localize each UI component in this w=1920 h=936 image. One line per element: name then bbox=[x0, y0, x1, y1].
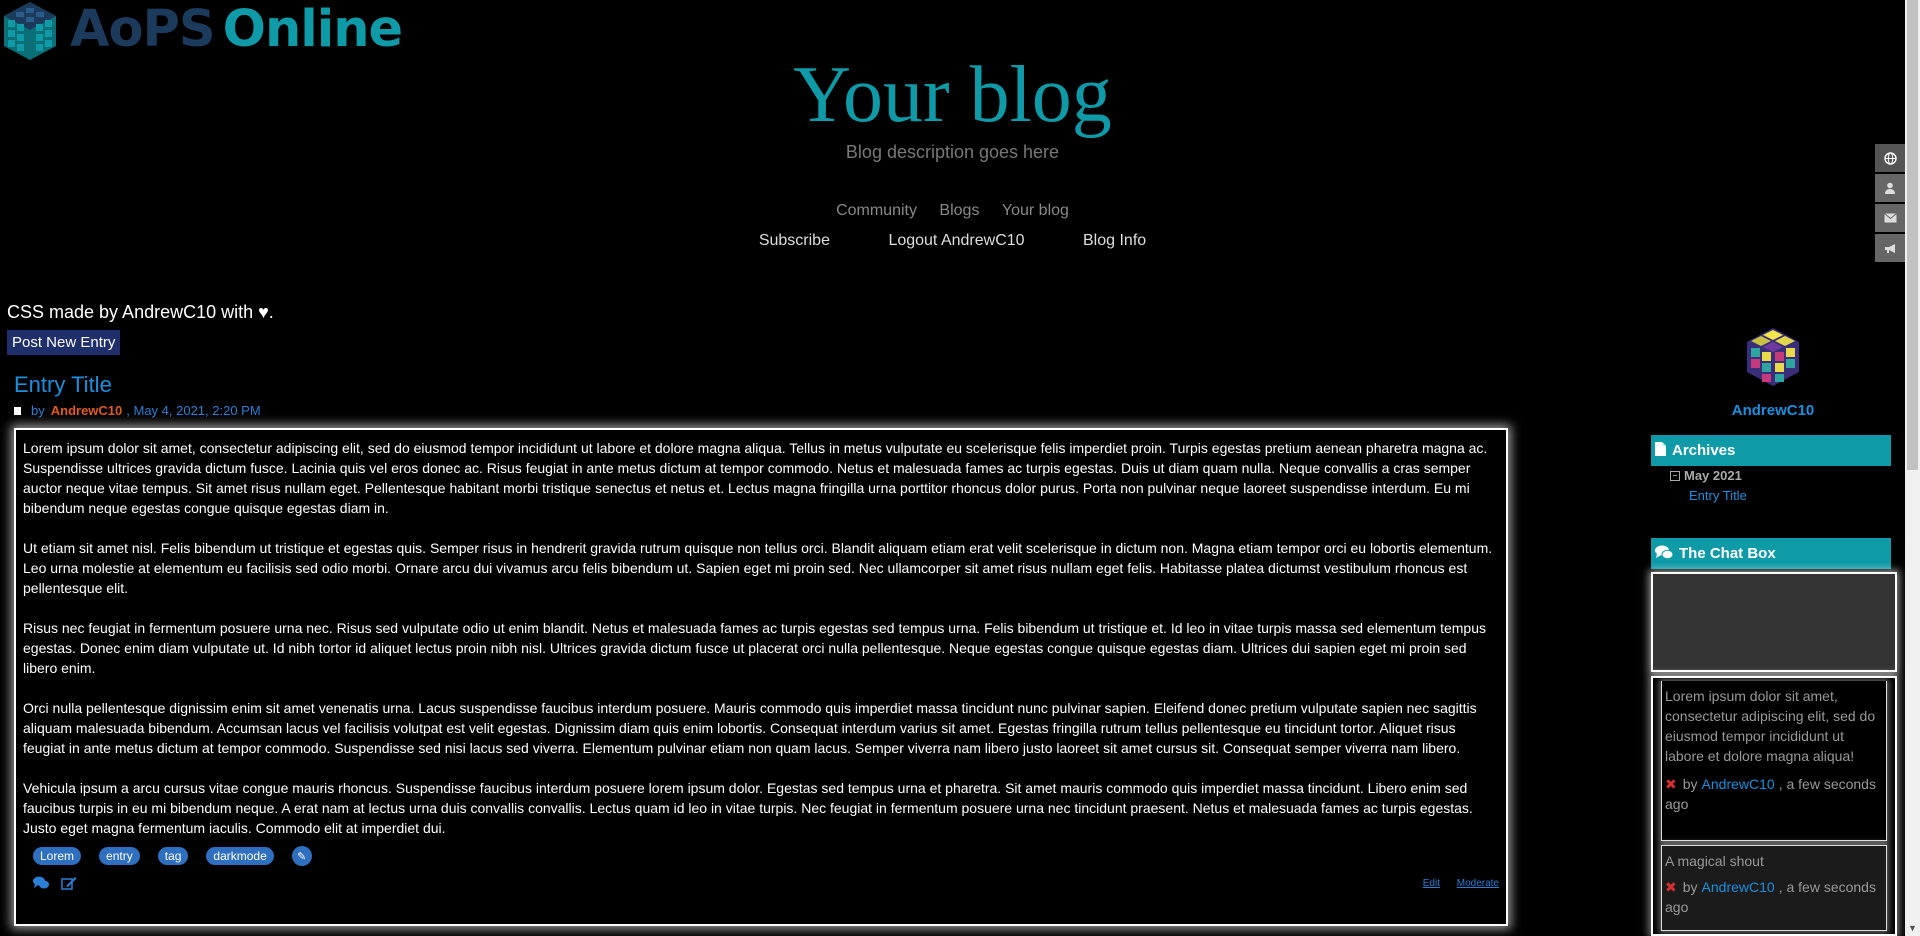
tag-lorem[interactable]: Lorem bbox=[33, 847, 82, 865]
blog-title: Your blog bbox=[793, 51, 1112, 139]
reply-edit-icon[interactable] bbox=[61, 876, 77, 895]
tag-darkmode[interactable]: darkmode bbox=[206, 847, 274, 865]
entry-paragraph: Ut etiam sit amet nisl. Felis bibendum u… bbox=[23, 540, 1493, 596]
scrollbar-thumb[interactable] bbox=[1907, 0, 1918, 470]
css-credit: CSS made by AndrewC10 with ♥. bbox=[7, 302, 274, 322]
nav-community-link[interactable]: Community bbox=[836, 202, 917, 219]
shout-by-label: by bbox=[1682, 879, 1698, 895]
comments-icon[interactable] bbox=[33, 876, 49, 895]
chat-shout-list: Lorem ipsum dolor sit amet, consectetur … bbox=[1651, 676, 1897, 936]
shout-by-label: by bbox=[1682, 776, 1698, 792]
globe-icon[interactable] bbox=[1875, 144, 1905, 172]
nav-your-blog-link[interactable]: Your blog bbox=[1002, 202, 1069, 219]
blog-nav: Subscribe Logout AndrewC10 Blog Info bbox=[0, 232, 1905, 250]
avatar[interactable] bbox=[1747, 328, 1799, 386]
entry-date: , May 4, 2021, 2:20 PM bbox=[126, 403, 261, 418]
bullhorn-icon[interactable] bbox=[1875, 234, 1905, 262]
chat-input[interactable] bbox=[1651, 572, 1897, 672]
archive-month-label: May 2021 bbox=[1684, 468, 1742, 483]
archives-title: Archives bbox=[1672, 442, 1736, 459]
blog-info-link[interactable]: Blog Info bbox=[1083, 232, 1146, 249]
page: AoPS Online Your blog Blog description go… bbox=[0, 0, 1920, 936]
entry-by-label: by bbox=[31, 403, 45, 418]
post-new-entry-button[interactable]: Post New Entry bbox=[7, 330, 121, 355]
comments-icon bbox=[1655, 545, 1674, 563]
subscribe-link[interactable]: Subscribe bbox=[759, 232, 830, 249]
chat-shout: Lorem ipsum dolor sit amet, consectetur … bbox=[1661, 681, 1887, 841]
moderate-entry-link[interactable]: Moderate bbox=[1457, 878, 1499, 889]
blog-description: Blog description goes here bbox=[845, 142, 1060, 162]
archive-month[interactable]: − May 2021 bbox=[1670, 468, 1742, 483]
delete-x-icon[interactable]: ✖ bbox=[1665, 776, 1677, 792]
nav-blogs-link[interactable]: Blogs bbox=[939, 202, 979, 219]
shout-meta: ✖ by AndrewC10, a few seconds ago bbox=[1665, 774, 1883, 814]
shout-text: A magical shout bbox=[1665, 853, 1764, 869]
chat-box-title: The Chat Box bbox=[1679, 545, 1776, 562]
tag-entry[interactable]: entry bbox=[99, 847, 140, 865]
shout-text: Lorem ipsum dolor sit amet, consectetur … bbox=[1665, 688, 1876, 764]
shout-author-link[interactable]: AndrewC10 bbox=[1702, 776, 1775, 792]
logout-link[interactable]: Logout AndrewC10 bbox=[888, 232, 1024, 249]
tag-list: Lorem entry tag darkmode ✎ bbox=[33, 846, 1499, 866]
delete-x-icon[interactable]: ✖ bbox=[1665, 879, 1677, 895]
entry-paragraph: Orci nulla pellentesque dignissim enim s… bbox=[23, 700, 1477, 756]
entry-author-link[interactable]: AndrewC10 bbox=[51, 403, 123, 418]
chat-box-header: The Chat Box bbox=[1651, 538, 1891, 569]
entry-paragraph: Lorem ipsum dolor sit amet, consectetur … bbox=[23, 440, 1488, 516]
collapse-minus-icon[interactable]: − bbox=[1670, 470, 1680, 481]
entry-paragraph: Vehicula ipsum a arcu cursus vitae congu… bbox=[23, 780, 1473, 836]
entry-title[interactable]: Entry Title bbox=[14, 372, 112, 398]
tag-tag[interactable]: tag bbox=[157, 847, 189, 865]
edit-tags-pencil-icon[interactable]: ✎ bbox=[291, 846, 312, 866]
entry-paragraph: Risus nec feugiat in fermentum posuere u… bbox=[23, 620, 1486, 676]
scroll-down-arrow-icon[interactable]: ▼ bbox=[1905, 921, 1920, 936]
top-nav: Community Blogs Your blog bbox=[0, 202, 1905, 220]
entry-body: Lorem ipsum dolor sit amet, consectetur … bbox=[14, 428, 1508, 926]
document-icon bbox=[1655, 442, 1666, 459]
archives-header: Archives bbox=[1651, 435, 1891, 466]
chat-shout: A magical shout ✖ by AndrewC10, a few seco… bbox=[1661, 845, 1887, 931]
shout-meta: ✖ by AndrewC10, a few seconds ago bbox=[1665, 877, 1883, 917]
edit-entry-link[interactable]: Edit bbox=[1423, 878, 1440, 889]
profile-name-link[interactable]: AndrewC10 bbox=[1650, 402, 1896, 419]
entry-meta: by AndrewC10 , May 4, 2021, 2:20 PM bbox=[14, 403, 261, 418]
document-icon bbox=[14, 406, 21, 415]
user-icon[interactable] bbox=[1875, 174, 1905, 202]
archive-entry-link[interactable]: Entry Title bbox=[1689, 488, 1747, 503]
page-scrollbar[interactable]: ▲ ▼ bbox=[1905, 0, 1920, 936]
shout-author-link[interactable]: AndrewC10 bbox=[1702, 879, 1775, 895]
envelope-icon[interactable] bbox=[1875, 204, 1905, 232]
side-icon-strip bbox=[1875, 144, 1905, 264]
